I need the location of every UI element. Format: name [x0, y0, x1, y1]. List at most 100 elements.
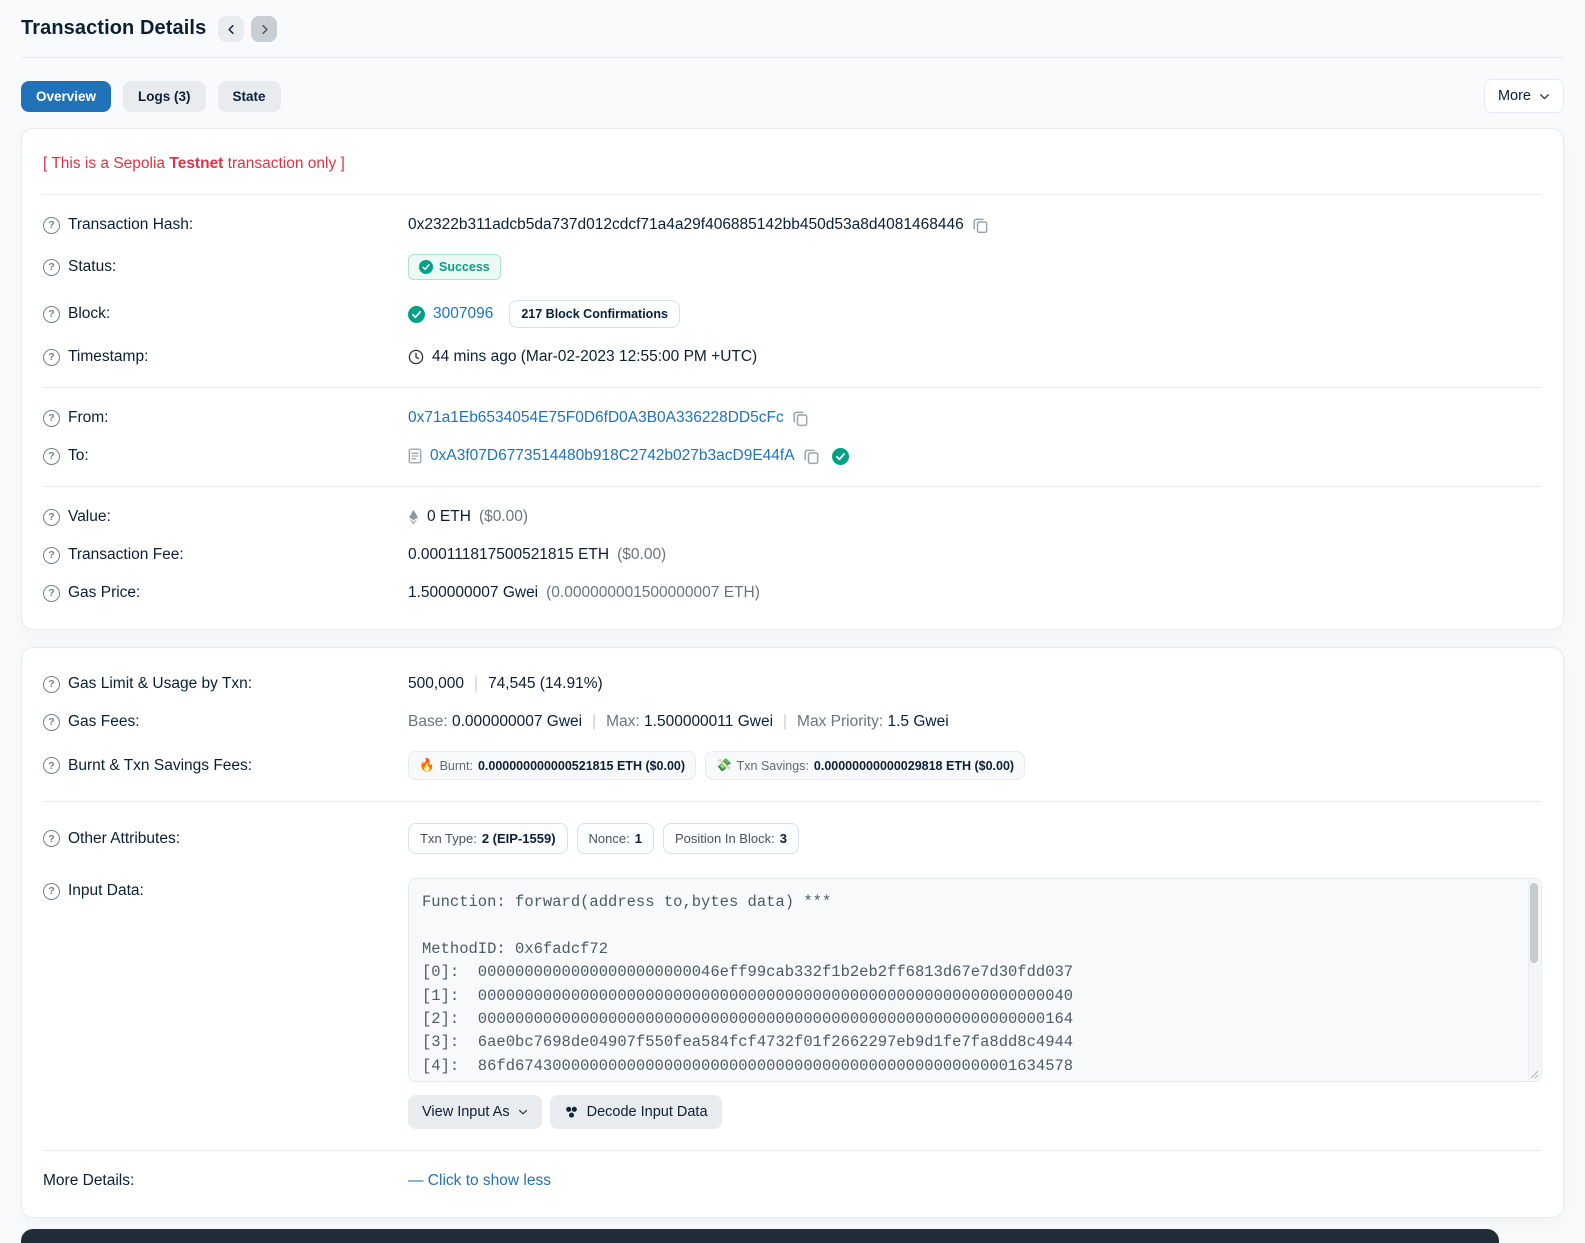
- block-label: Block:: [68, 305, 111, 322]
- chevron-down-icon: [1539, 91, 1550, 102]
- help-icon[interactable]: [43, 409, 60, 427]
- input-data-row: Input Data: Function: forward(address to…: [43, 864, 1542, 1139]
- row-value: 1.500000007 Gwei (0.000000001500000007 E…: [408, 584, 1542, 602]
- section-hash-status-block: Transaction Hash: 0x2322b311adcb5da737d0…: [43, 195, 1542, 387]
- burnt-fee-label: Burnt:: [439, 758, 473, 773]
- money-wings-icon: 💸: [716, 758, 732, 772]
- header-divider: [21, 57, 1564, 58]
- input-data-line: [3]: 6ae0bc7698de04907f550fea584fcf4732f…: [422, 1033, 1074, 1052]
- row-value: 0x71a1Eb6534054E75F0D6fD0A3B0A336228DD5c…: [408, 409, 1542, 427]
- to-row: To: 0xA3f07D6773514480b918C2742b027b3acD…: [43, 437, 1542, 475]
- chevron-down-icon: [518, 1107, 528, 1117]
- view-input-as-label: View Input As: [422, 1104, 510, 1120]
- copy-transaction-hash-button[interactable]: [972, 217, 989, 234]
- section-more-details: More Details: — Click to show less: [43, 1151, 1542, 1211]
- help-icon[interactable]: [43, 882, 60, 900]
- block-row: Block: 3007096 217 Block Confirmations: [43, 290, 1542, 338]
- fire-icon: 🔥: [419, 758, 435, 772]
- from-address-link[interactable]: 0x71a1Eb6534054E75F0D6fD0A3B0A336228DD5c…: [408, 409, 784, 427]
- help-icon[interactable]: [43, 584, 60, 602]
- gas-price-label: Gas Price:: [68, 584, 141, 601]
- section-from-to: From: 0x71a1Eb6534054E75F0D6fD0A3B0A3362…: [43, 388, 1542, 486]
- tab-state[interactable]: State: [217, 80, 281, 112]
- burnt-savings-label: Burnt & Txn Savings Fees:: [68, 756, 253, 774]
- row-label: Burnt & Txn Savings Fees:: [43, 757, 408, 775]
- row-value: 0x2322b311adcb5da737d012cdcf71a4a29f4068…: [408, 216, 1542, 234]
- scrollbar-thumb[interactable]: [1530, 883, 1538, 963]
- resize-grip-icon[interactable]: [1530, 1070, 1539, 1079]
- help-icon[interactable]: [43, 675, 60, 693]
- row-label: Gas Fees:: [43, 713, 408, 731]
- transaction-hash-value: 0x2322b311adcb5da737d012cdcf71a4a29f4068…: [408, 216, 964, 233]
- row-value: Txn Type: 2 (EIP-1559) Nonce: 1 Position…: [408, 823, 1542, 854]
- help-icon[interactable]: [43, 713, 60, 731]
- to-address-link[interactable]: 0xA3f07D6773514480b918C2742b027b3acD9E44…: [430, 447, 795, 465]
- testnet-warning-pre: [ This is a Sepolia: [43, 155, 170, 172]
- max-fee-value: 1.500000011 Gwei: [644, 713, 774, 730]
- copy-to-address-button[interactable]: [803, 448, 820, 465]
- transaction-fee-amount: 0.000111817500521815 ETH: [408, 546, 610, 563]
- help-icon[interactable]: [43, 830, 60, 847]
- separator: |: [783, 713, 788, 730]
- decode-input-data-button[interactable]: Decode Input Data: [549, 1095, 722, 1129]
- value-usd: ($0.00): [478, 508, 529, 525]
- help-icon[interactable]: [43, 546, 60, 564]
- row-label: Transaction Fee:: [43, 546, 408, 564]
- decode-blocks-icon: [564, 1105, 579, 1120]
- gas-price-gwei: 1.500000007 Gwei: [408, 584, 539, 601]
- help-icon[interactable]: [43, 216, 60, 234]
- copy-from-address-button[interactable]: [792, 410, 809, 427]
- help-icon[interactable]: [43, 258, 60, 276]
- row-value: Base: 0.000000007 Gwei | Max: 1.50000001…: [408, 713, 1542, 731]
- txn-savings-label: Txn Savings:: [736, 758, 809, 773]
- gas-limit-usage-row: Gas Limit & Usage by Txn: 500,000 | 74,5…: [43, 665, 1542, 703]
- more-button[interactable]: More: [1483, 79, 1564, 113]
- transaction-fee-usd: ($0.00): [617, 546, 667, 563]
- footer-strip: [21, 1229, 1499, 1243]
- input-data-line: [1]: 00000000000000000000000000000000000…: [422, 986, 1074, 1005]
- row-label: Transaction Hash:: [43, 216, 408, 234]
- transaction-fee-row: Transaction Fee: 0.000111817500521815 ET…: [43, 536, 1542, 574]
- input-data-line: [422, 914, 1507, 937]
- testnet-warning-bold: Testnet: [169, 155, 224, 172]
- help-icon[interactable]: [43, 757, 60, 774]
- to-label: To:: [68, 447, 89, 464]
- row-label: Input Data:: [43, 882, 408, 900]
- transaction-overview-card: [ This is a Sepolia Testnet transaction …: [21, 128, 1564, 630]
- section-attributes-input: Other Attributes: Txn Type: 2 (EIP-1559)…: [43, 802, 1542, 1150]
- transaction-hash-label: Transaction Hash:: [68, 216, 194, 233]
- input-data-line: [0]: 00000000000000000000000046eff99cab3…: [422, 963, 1074, 982]
- input-data-actions: View Input As Decode Input Data: [408, 1095, 1542, 1129]
- scrollbar-track[interactable]: [1528, 880, 1540, 1080]
- input-data-label: Input Data:: [68, 882, 144, 899]
- help-icon[interactable]: [43, 305, 60, 323]
- tab-overview[interactable]: Overview: [21, 80, 112, 112]
- tab-logs[interactable]: Logs (3): [123, 80, 206, 112]
- row-value: 44 mins ago (Mar-02-2023 12:55:00 PM +UT…: [408, 348, 1542, 366]
- next-transaction-button[interactable]: [251, 16, 278, 42]
- click-to-show-less-link[interactable]: — Click to show less: [408, 1172, 551, 1190]
- status-row: Status: Success: [43, 244, 1542, 290]
- status-badge-text: Success: [439, 260, 490, 274]
- help-icon[interactable]: [43, 508, 60, 526]
- more-details-row: More Details: — Click to show less: [43, 1162, 1542, 1200]
- other-attributes-row: Other Attributes: Txn Type: 2 (EIP-1559)…: [43, 813, 1542, 864]
- row-label: Value:: [43, 508, 408, 526]
- timestamp-row: Timestamp: 44 mins ago (Mar-02-2023 12:5…: [43, 338, 1542, 376]
- row-label: Other Attributes:: [43, 830, 408, 848]
- help-icon[interactable]: [43, 348, 60, 366]
- view-input-as-button[interactable]: View Input As: [408, 1095, 542, 1129]
- gas-price-row: Gas Price: 1.500000007 Gwei (0.000000001…: [43, 574, 1542, 612]
- input-data-textarea[interactable]: Function: forward(address to,bytes data)…: [408, 878, 1542, 1082]
- txn-type-value: 2 (EIP-1559): [481, 831, 556, 846]
- chevron-right-icon: [259, 24, 270, 35]
- gas-usage-value: 74,545 (14.91%): [488, 675, 603, 692]
- testnet-warning: [ This is a Sepolia Testnet transaction …: [43, 135, 1542, 194]
- block-number-link[interactable]: 3007096: [433, 305, 493, 323]
- input-data-line: [4]: 86fd6743000000000000000000000000000…: [422, 1056, 1074, 1075]
- previous-transaction-button[interactable]: [218, 16, 245, 42]
- burnt-fee-badge: 🔥 Burnt: 0.000000000000521815 ETH ($0.00…: [408, 751, 697, 780]
- help-icon[interactable]: [43, 447, 60, 465]
- contract-icon: [408, 448, 422, 464]
- separator: |: [474, 675, 479, 692]
